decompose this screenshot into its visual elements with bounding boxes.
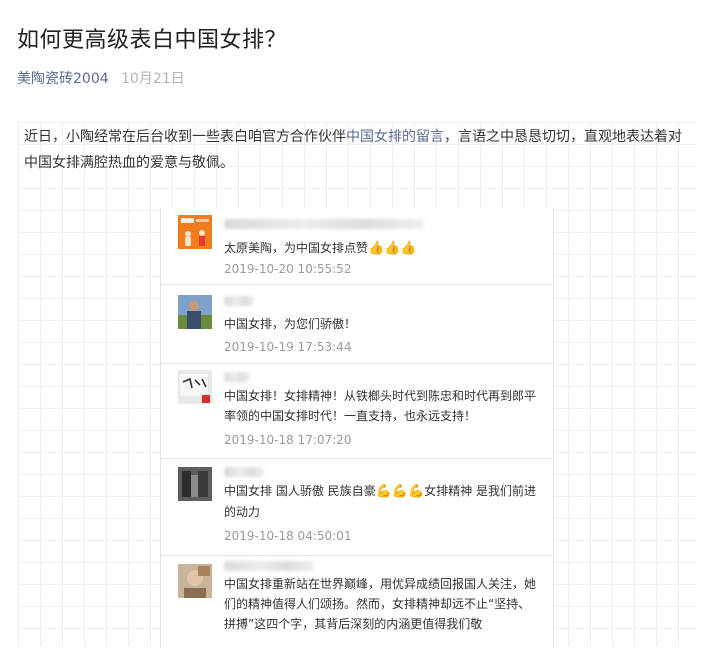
comment-time: 2019-10-18 04:50:01 [224, 529, 352, 543]
publish-date: 10月21日 [121, 71, 185, 87]
avatar [178, 564, 212, 598]
comment-item: 中国女排！女排精神！从铁榔头时代到陈忠和时代再到郎平率领的中国女排时代！一直支持… [161, 364, 553, 459]
nickname-blurred [224, 561, 314, 571]
comment-item: 中国女排 国人骄傲 民族自豪💪💪💪女排精神 是我们前进的动力 2019-10-1… [161, 459, 553, 556]
avatar [178, 295, 212, 329]
comment-text: 中国女排 国人骄傲 民族自豪💪💪💪女排精神 是我们前进的动力 [224, 484, 537, 519]
flexed-biceps-icon: 💪💪💪 [375, 484, 425, 499]
comment-text: 中国女排重新站在世界巅峰，用优异成绩回报国人关注，她们的精神值得人们颂扬。然而，… [224, 577, 537, 631]
comment-text: 中国女排，为您们骄傲！ [224, 317, 357, 331]
comment-time: 2019-10-19 17:53:44 [224, 340, 352, 354]
intro-paragraph: 近日，小陶经常在后台收到一些表白咱官方合作伙伴中国女排的留言，言语之中恳恳切切，… [24, 124, 694, 176]
comment-item: 太原美陶，为中国女排点赞👍👍👍 2019-10-20 10:55:52 [161, 208, 553, 285]
comment-time: 2019-10-18 17:07:20 [224, 433, 352, 447]
author-link[interactable]: 美陶瓷砖2004 [17, 71, 109, 87]
comment-item: 中国女排，为您们骄傲！ 2019-10-19 17:53:44 [161, 285, 553, 364]
comment-time: 2019-10-20 10:55:52 [224, 262, 352, 276]
comments-screenshot: 太原美陶，为中国女排点赞👍👍👍 2019-10-20 10:55:52 中国女排… [160, 208, 554, 648]
comment-item: 中国女排重新站在世界巅峰，用优异成绩回报国人关注，她们的精神值得人们颂扬。然而，… [161, 556, 553, 648]
article-meta: 美陶瓷砖2004 10月21日 [17, 68, 185, 88]
comment-text: 中国女排！女排精神！从铁榔头时代到陈忠和时代再到郎平率领的中国女排时代！一直支持… [224, 389, 537, 423]
avatar [178, 370, 212, 404]
nickname-blurred [224, 219, 424, 229]
article-title: 如何更高级表白中国女排？ [17, 28, 288, 53]
nickname-blurred [224, 296, 254, 306]
nickname-blurred [224, 372, 250, 382]
comment-text: 太原美陶，为中国女排点赞👍👍👍 [224, 238, 539, 259]
intro-text-1: 近日，小陶经常在后台收到一些表白咱官方合作伙伴 [24, 129, 346, 145]
avatar [178, 215, 212, 249]
intro-highlight: 中国女排的留言 [346, 129, 444, 145]
nickname-blurred [224, 467, 264, 477]
avatar [178, 467, 212, 501]
thumbs-up-icon: 👍👍👍 [368, 241, 417, 256]
